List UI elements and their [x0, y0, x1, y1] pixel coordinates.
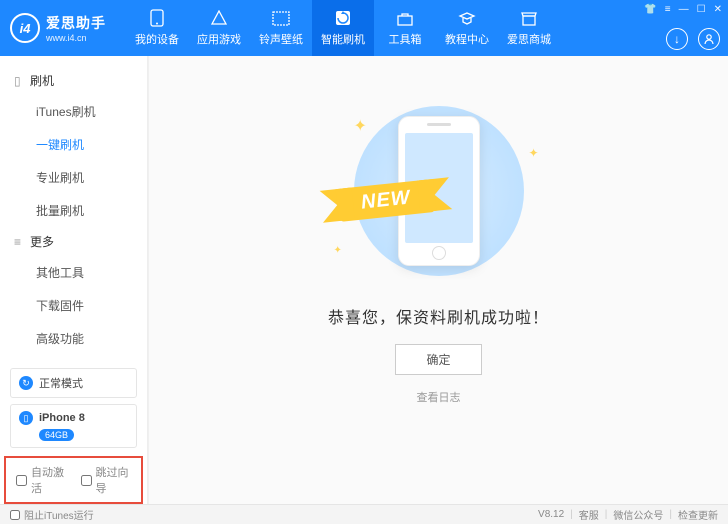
version-label: V8.12	[538, 509, 564, 520]
header-actions: ↓	[666, 28, 720, 50]
group-label: 更多	[30, 233, 54, 250]
tab-my-device[interactable]: 我的设备	[126, 0, 188, 56]
download-button[interactable]: ↓	[666, 28, 688, 50]
wallpaper-icon	[271, 9, 291, 27]
cb-label: 自动激活	[31, 464, 67, 496]
sidebar-item-other[interactable]: 其他工具	[0, 256, 147, 289]
tab-ringtones[interactable]: 铃声壁纸	[250, 0, 312, 56]
tab-label: 我的设备	[135, 31, 179, 47]
sidebar-item-batch[interactable]: 批量刷机	[0, 194, 147, 227]
sidebar-item-pro[interactable]: 专业刷机	[0, 161, 147, 194]
tab-store[interactable]: 爱思商城	[498, 0, 560, 56]
store-icon	[519, 9, 539, 27]
mode-status[interactable]: ↻ 正常模式	[10, 368, 137, 398]
tab-label: 教程中心	[445, 31, 489, 47]
phone-icon: ▯	[19, 411, 33, 425]
minimize-icon[interactable]: —	[679, 4, 689, 15]
cb-label: 跳过向导	[96, 464, 132, 496]
sidebar-group-more: ≡ 更多	[0, 227, 147, 256]
phone-outline-icon: ▯	[14, 74, 24, 88]
sidebar-group-flash: ▯ 刷机	[0, 66, 147, 95]
device-name: iPhone 8	[39, 412, 85, 424]
window-controls: 👕 ≡ — ☐ ✕	[644, 4, 722, 15]
tab-label: 爱思商城	[507, 31, 551, 47]
tab-label: 工具箱	[389, 31, 422, 47]
tab-label: 铃声壁纸	[259, 31, 303, 47]
storage-badge: 64GB	[39, 429, 74, 441]
tutorial-icon	[457, 9, 477, 27]
tab-label: 应用游戏	[197, 31, 241, 47]
apps-icon	[209, 9, 229, 27]
toolbox-icon	[395, 9, 415, 27]
maximize-icon[interactable]: ☐	[697, 4, 706, 15]
tab-tutorials[interactable]: 教程中心	[436, 0, 498, 56]
auto-activate-checkbox[interactable]: 自动激活	[16, 464, 67, 496]
app-url: www.i4.cn	[46, 33, 106, 43]
group-label: 刷机	[30, 72, 54, 89]
wechat-link[interactable]: 微信公众号	[613, 507, 663, 522]
ok-button[interactable]: 确定	[395, 344, 481, 375]
main-content: ✦ ✦ ✦ NEW 恭喜您，保资料刷机成功啦！ 确定 查看日志	[148, 56, 728, 504]
close-icon[interactable]: ✕	[714, 4, 722, 15]
header: i4 爱思助手 www.i4.cn 我的设备 应用游戏 铃声壁纸 智能刷机 工具…	[0, 0, 728, 56]
sidebar-item-oneclick[interactable]: 一键刷机	[0, 128, 147, 161]
logo: i4 爱思助手 www.i4.cn	[0, 13, 116, 43]
update-link[interactable]: 检查更新	[678, 507, 718, 522]
sidebar-item-firmware[interactable]: 下载固件	[0, 289, 147, 322]
support-link[interactable]: 客服	[579, 507, 599, 522]
device-icon	[147, 9, 167, 27]
footer: 阻止iTunes运行 V8.12 | 客服 | 微信公众号 | 检查更新	[0, 504, 728, 524]
mode-label: 正常模式	[39, 375, 83, 391]
skip-guide-checkbox[interactable]: 跳过向导	[81, 464, 132, 496]
block-itunes-checkbox[interactable]: 阻止iTunes运行	[10, 507, 94, 522]
device-box[interactable]: ▯ iPhone 8 64GB	[10, 404, 137, 448]
tab-toolbox[interactable]: 工具箱	[374, 0, 436, 56]
tab-flash[interactable]: 智能刷机	[312, 0, 374, 56]
sidebar-item-advanced[interactable]: 高级功能	[0, 322, 147, 355]
sidebar: ▯ 刷机 iTunes刷机 一键刷机 专业刷机 批量刷机 ≡ 更多 其他工具 下…	[0, 56, 148, 504]
success-illustration: ✦ ✦ ✦ NEW	[334, 106, 544, 276]
refresh-icon: ↻	[19, 376, 33, 390]
account-button[interactable]	[698, 28, 720, 50]
nav-tabs: 我的设备 应用游戏 铃声壁纸 智能刷机 工具箱 教程中心 爱思商城	[126, 0, 560, 56]
tab-label: 智能刷机	[321, 31, 365, 47]
view-log-link[interactable]: 查看日志	[417, 389, 461, 405]
list-icon: ≡	[14, 235, 24, 249]
options-bar: 自动激活 跳过向导	[4, 456, 143, 504]
skin-icon[interactable]: 👕	[644, 4, 656, 15]
logo-icon: i4	[10, 13, 40, 43]
flash-icon	[333, 9, 353, 27]
tab-apps[interactable]: 应用游戏	[188, 0, 250, 56]
success-message: 恭喜您，保资料刷机成功啦！	[328, 304, 549, 328]
menu-icon[interactable]: ≡	[665, 4, 671, 15]
sidebar-item-itunes[interactable]: iTunes刷机	[0, 95, 147, 128]
app-name: 爱思助手	[46, 13, 106, 33]
cb-label: 阻止iTunes运行	[24, 507, 94, 522]
